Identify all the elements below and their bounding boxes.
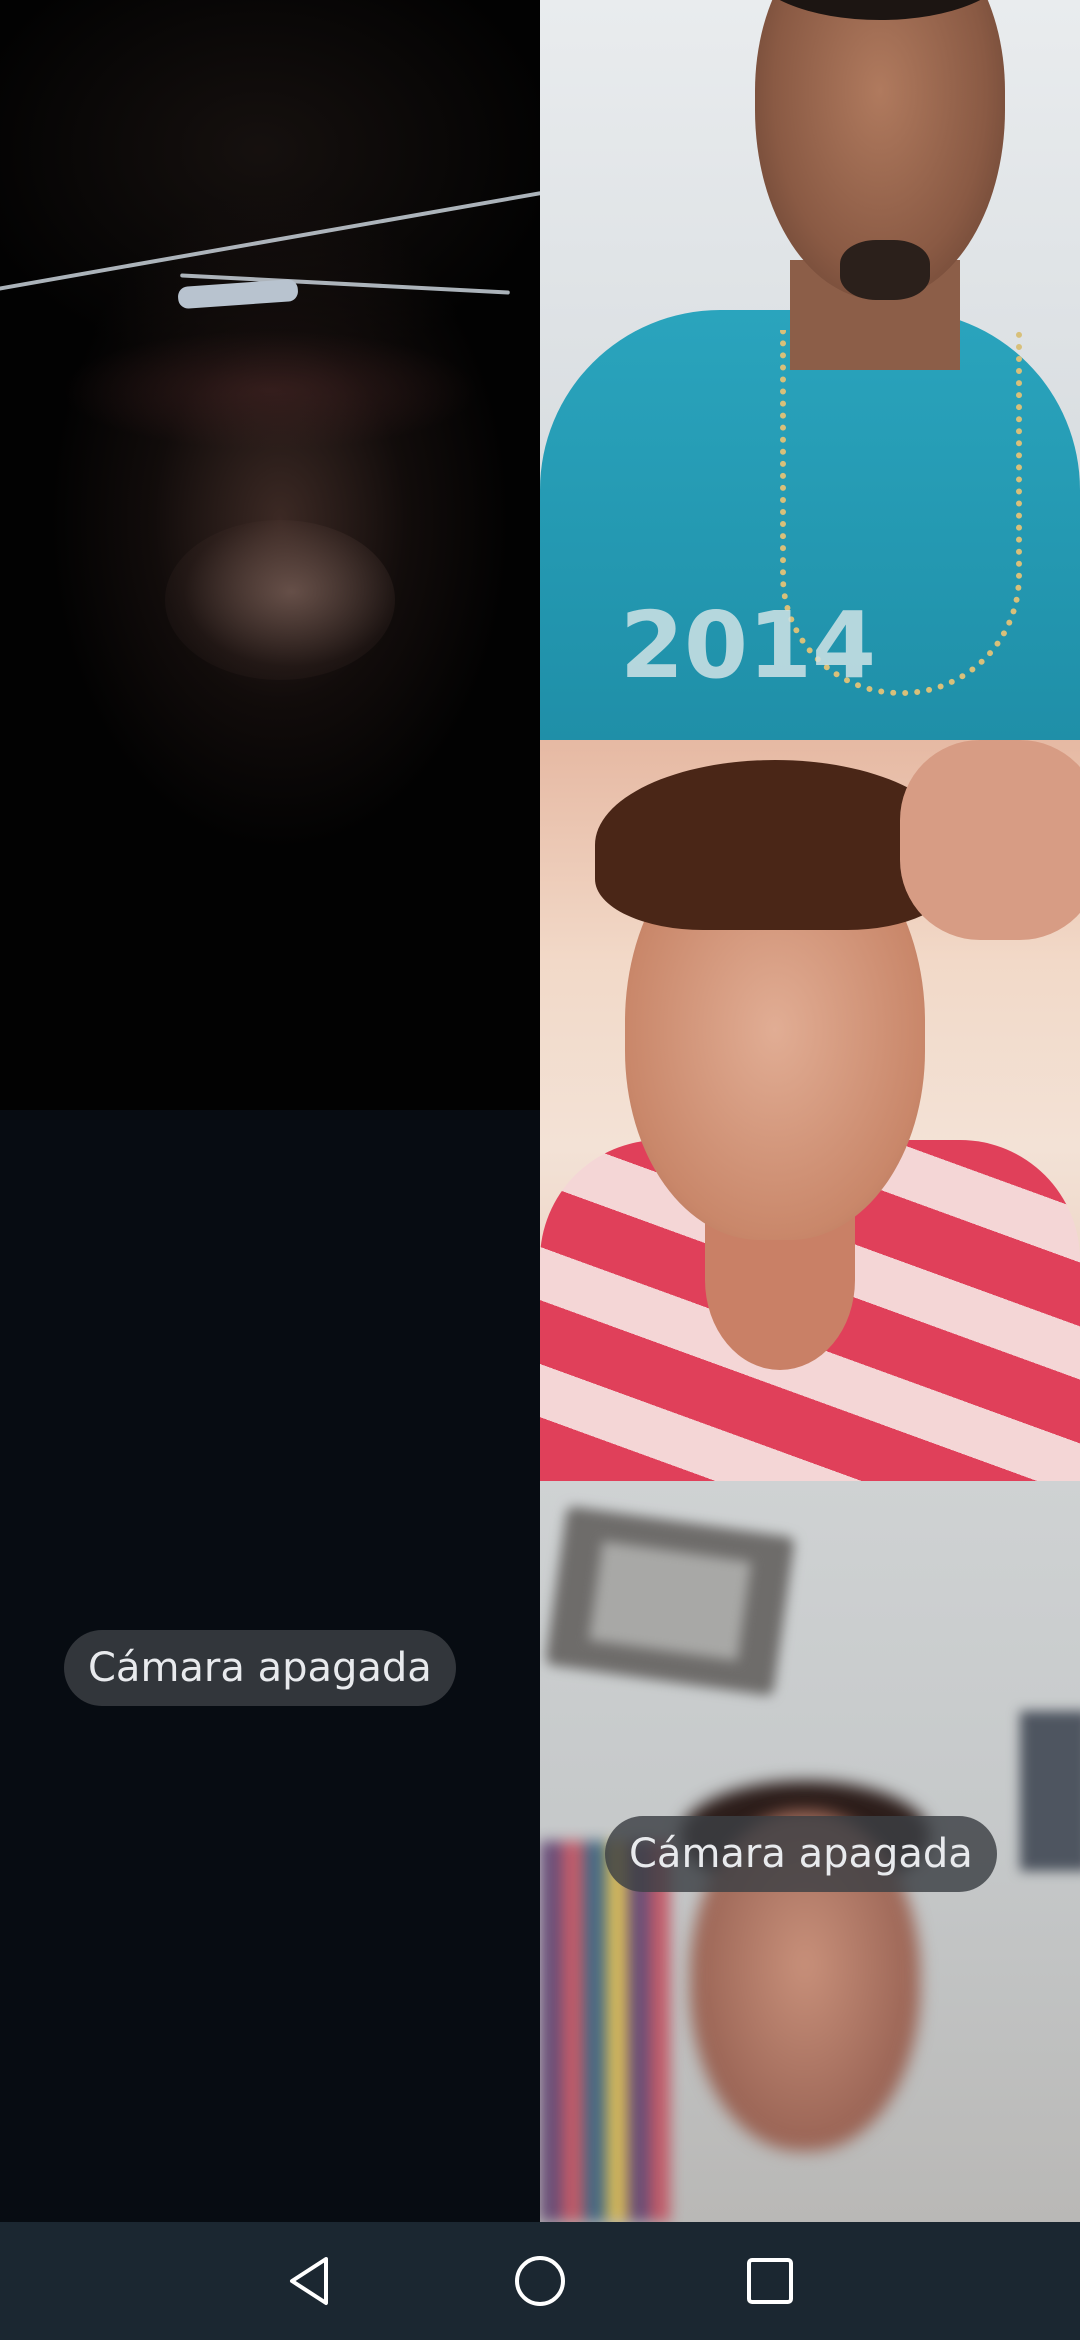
back-button[interactable] [270, 2241, 350, 2321]
shirt-print-text: 2014 [620, 592, 877, 699]
participant-video-tile[interactable] [540, 740, 1080, 1481]
home-circle-icon [515, 2256, 565, 2306]
back-triangle-icon [290, 2257, 328, 2305]
video-feed-detail [540, 1841, 670, 2222]
camera-off-label: Cámara apagada [64, 1630, 456, 1706]
video-feed-detail [900, 740, 1080, 940]
video-feed-detail [588, 1541, 752, 1661]
video-feed-detail [165, 520, 395, 680]
camera-off-label: Cámara apagada [605, 1816, 997, 1892]
recents-square-icon [747, 2258, 793, 2304]
video-feed-detail [1020, 1711, 1080, 1871]
home-button[interactable] [500, 2241, 580, 2321]
system-navigation-bar [0, 2222, 1080, 2340]
video-feed-detail [840, 240, 930, 300]
participant-video-tile[interactable]: 2014 [540, 0, 1080, 740]
recents-button[interactable] [730, 2241, 810, 2321]
video-call-screen: 2014 Cámara apagada Cámara apagada [0, 0, 1080, 2340]
earphone-remote [177, 278, 299, 310]
video-feed-detail [60, 330, 480, 450]
participant-video-tile[interactable] [0, 0, 540, 1110]
